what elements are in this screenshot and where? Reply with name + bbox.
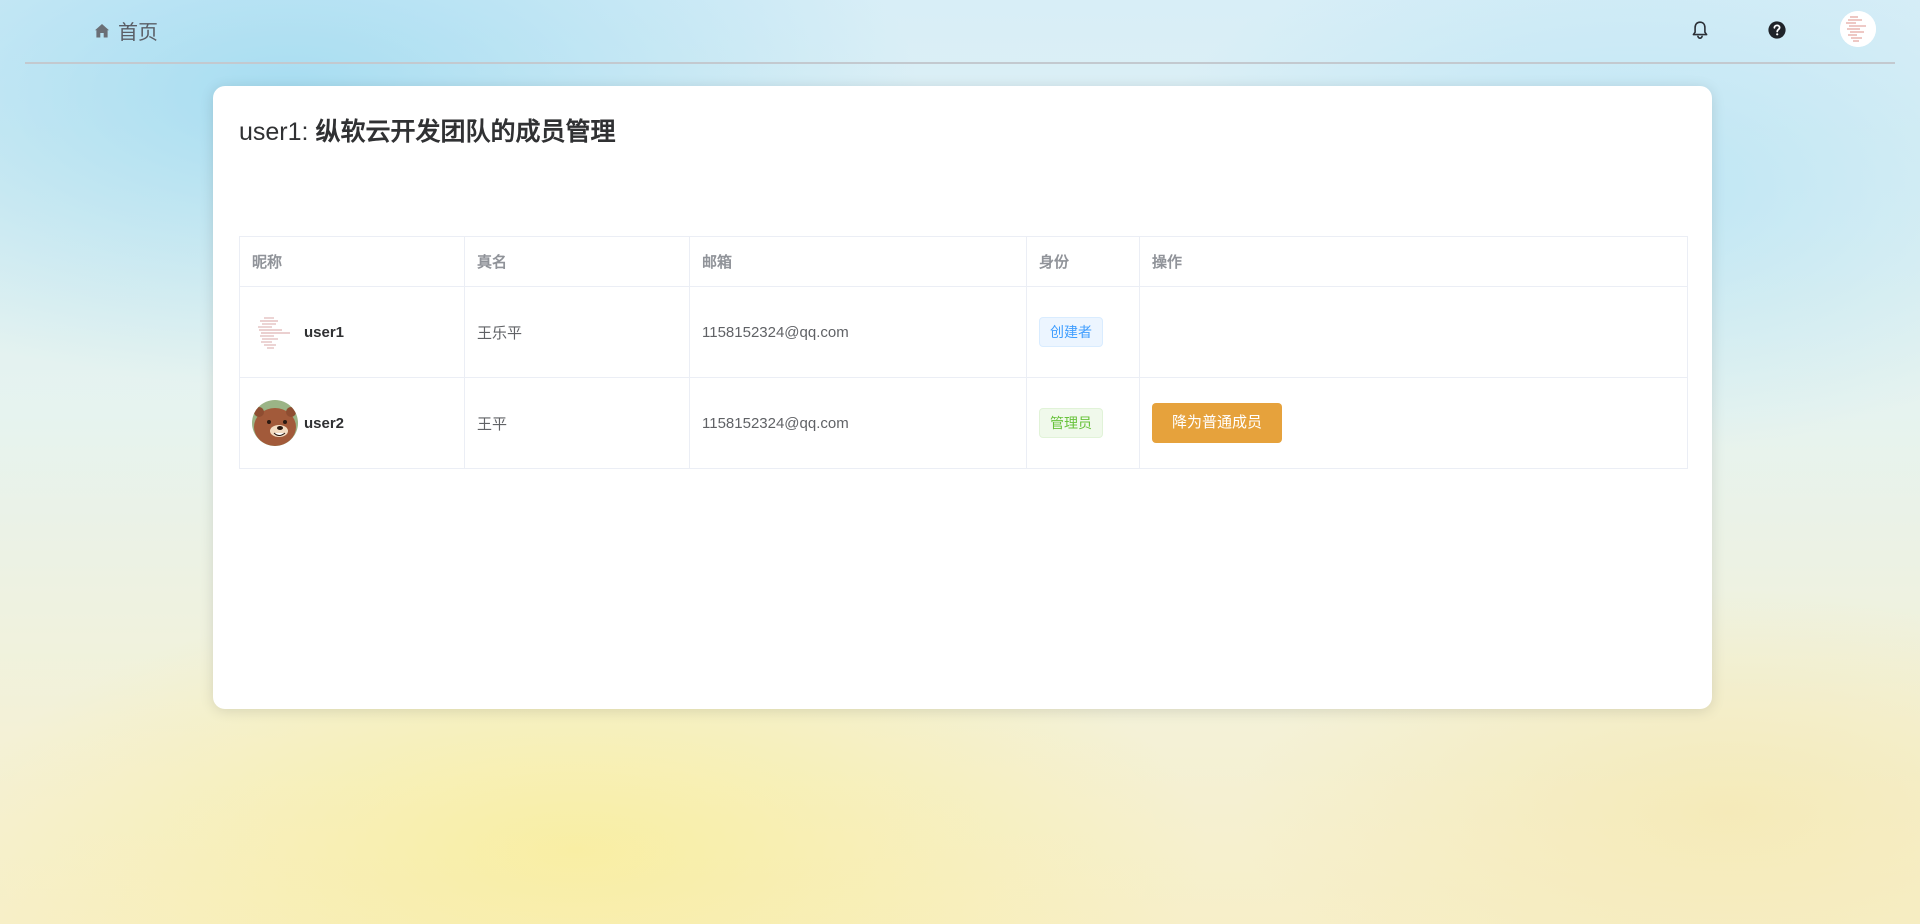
team-title: 纵软云开发团队的成员管理	[315, 118, 616, 146]
action-cell	[1139, 286, 1688, 378]
table-row: user2 王平 1158152324@qq.com 管理员 降为普通成员	[239, 377, 1688, 469]
avatar	[252, 400, 298, 446]
header-real-name: 真名	[464, 236, 690, 287]
header-action: 操作	[1139, 236, 1688, 287]
email-cell: 1158152324@qq.com	[689, 286, 1027, 378]
home-icon	[95, 23, 109, 37]
member-management-card: user1: 纵软云开发团队的成员管理 昵称 真名 邮箱 身份 操作 user1…	[213, 86, 1712, 709]
action-cell: 降为普通成员	[1139, 377, 1688, 469]
home-label: 首页	[118, 22, 158, 44]
top-navbar: 首页	[25, 0, 1895, 64]
table-header-row: 昵称 真名 邮箱 身份 操作	[239, 236, 1688, 287]
demote-to-member-button[interactable]: 降为普通成员	[1152, 403, 1283, 443]
help-icon[interactable]	[1766, 19, 1788, 41]
nickname: user1	[304, 323, 345, 341]
nickname-wrapper: user2	[252, 400, 452, 446]
nickname-cell: user2	[239, 377, 465, 469]
real-name-cell: 王乐平	[464, 286, 690, 378]
role-cell: 管理员	[1026, 377, 1140, 469]
header-email: 邮箱	[689, 236, 1027, 287]
nickname: user2	[304, 414, 345, 432]
header-role: 身份	[1026, 236, 1140, 287]
bell-icon[interactable]	[1689, 19, 1711, 41]
page-title: user1: 纵软云开发团队的成员管理	[239, 112, 615, 148]
owner-name: user1:	[239, 118, 309, 146]
home-link[interactable]: 首页	[93, 16, 158, 45]
role-cell: 创建者	[1026, 286, 1140, 378]
role-badge: 创建者	[1039, 317, 1103, 347]
real-name-cell: 王平	[464, 377, 690, 469]
nickname-cell: user1	[239, 286, 465, 378]
role-badge: 管理员	[1039, 408, 1103, 438]
nickname-wrapper: user1	[252, 309, 452, 355]
members-table: 昵称 真名 邮箱 身份 操作 user1 王乐平 1158152324@qq.c…	[239, 236, 1688, 469]
avatar	[252, 309, 298, 355]
avatar[interactable]	[1840, 11, 1876, 47]
table-row: user1 王乐平 1158152324@qq.com 创建者	[239, 286, 1688, 378]
email-cell: 1158152324@qq.com	[689, 377, 1027, 469]
header-nickname: 昵称	[239, 236, 465, 287]
